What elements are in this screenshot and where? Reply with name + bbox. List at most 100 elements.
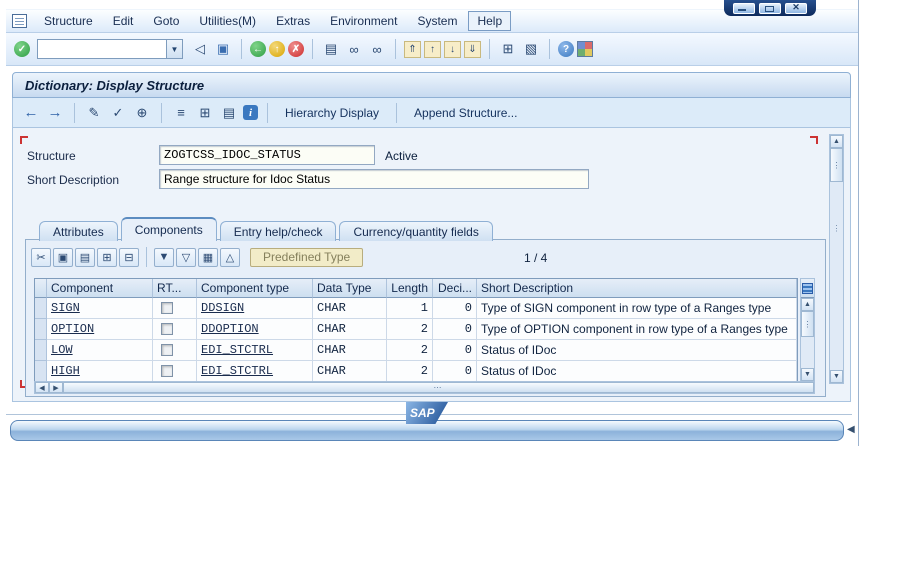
- where-used-icon[interactable]: ≡: [171, 103, 191, 123]
- tab-currency-quantity-fields[interactable]: Currency/quantity fields: [339, 221, 492, 241]
- paste-icon[interactable]: ▤: [75, 248, 95, 267]
- component-link[interactable]: OPTION: [51, 322, 94, 336]
- help-icon[interactable]: ?: [558, 41, 574, 57]
- component-cell[interactable]: OPTION: [47, 319, 153, 340]
- header-short-description[interactable]: Short Description: [477, 279, 797, 298]
- component-type-link[interactable]: DDOPTION: [201, 322, 259, 336]
- enter-left-icon[interactable]: ◁: [190, 39, 210, 59]
- activation-log-icon[interactable]: ▤: [219, 103, 239, 123]
- back-icon[interactable]: ←: [250, 41, 266, 57]
- row-select-cell[interactable]: [35, 298, 47, 319]
- print-icon[interactable]: ▤: [321, 39, 341, 59]
- table-scroll-thumb[interactable]: ⋮: [801, 311, 814, 337]
- screen-scroll-up-button[interactable]: ▲: [830, 135, 843, 148]
- rt-checkbox[interactable]: [161, 344, 173, 356]
- menu-system[interactable]: System: [408, 11, 466, 31]
- component-type-link[interactable]: EDI_STCTRL: [201, 343, 273, 357]
- component-type-cell[interactable]: DDSIGN: [197, 298, 313, 319]
- new-session-icon[interactable]: ⊞: [498, 39, 518, 59]
- row-select-cell[interactable]: [35, 319, 47, 340]
- menu-environment[interactable]: Environment: [321, 11, 406, 31]
- length-cell[interactable]: 2: [387, 340, 433, 361]
- menu-goto[interactable]: Goto: [144, 11, 188, 31]
- short-description-cell[interactable]: Status of IDoc: [477, 361, 797, 382]
- short-description-cell[interactable]: Status of IDoc: [477, 340, 797, 361]
- header-component[interactable]: Component: [47, 279, 153, 298]
- length-cell[interactable]: 2: [387, 361, 433, 382]
- decimals-cell[interactable]: 0: [433, 319, 477, 340]
- first-page-icon[interactable]: ⇑: [404, 41, 421, 58]
- cut-icon[interactable]: ✂: [31, 248, 51, 267]
- deselect-all-icon[interactable]: ▽: [176, 248, 196, 267]
- find-next-icon[interactable]: ∞: [367, 39, 387, 59]
- nav-back-icon[interactable]: ←: [21, 103, 41, 123]
- header-component-type[interactable]: Component type: [197, 279, 313, 298]
- command-dropdown-icon[interactable]: ▼: [166, 40, 182, 58]
- menu-edit[interactable]: Edit: [104, 11, 143, 31]
- row-select-cell[interactable]: [35, 361, 47, 382]
- component-type-cell[interactable]: DDOPTION: [197, 319, 313, 340]
- data-type-cell[interactable]: CHAR: [313, 361, 387, 382]
- short-description-field[interactable]: [159, 169, 589, 189]
- short-description-cell[interactable]: Type of OPTION component in row type of …: [477, 319, 797, 340]
- rt-cell[interactable]: [153, 340, 197, 361]
- append-structure-button[interactable]: Append Structure...: [406, 106, 525, 120]
- cancel-icon[interactable]: ✗: [288, 41, 304, 57]
- close-button[interactable]: ✕: [785, 3, 807, 14]
- component-link[interactable]: SIGN: [51, 301, 80, 315]
- menu-utilities[interactable]: Utilities(M): [190, 11, 265, 31]
- enter-icon[interactable]: ✓: [14, 41, 30, 57]
- tab-components[interactable]: Components: [121, 217, 217, 241]
- header-decimals[interactable]: Deci...: [433, 279, 477, 298]
- tab-attributes[interactable]: Attributes: [39, 221, 118, 241]
- activate-icon[interactable]: ⊕: [132, 103, 152, 123]
- structure-name-field[interactable]: [159, 145, 375, 165]
- data-type-cell[interactable]: CHAR: [313, 340, 387, 361]
- table-scroll-down-button[interactable]: ▼: [801, 368, 814, 381]
- rt-cell[interactable]: [153, 298, 197, 319]
- scroll-right-button[interactable]: ▶: [49, 382, 63, 393]
- screen-scroll-track[interactable]: ⋮: [830, 182, 843, 370]
- check-icon[interactable]: ✓: [108, 103, 128, 123]
- component-cell[interactable]: SIGN: [47, 298, 153, 319]
- sap-shortcut-icon[interactable]: ▧: [521, 39, 541, 59]
- component-type-cell[interactable]: EDI_STCTRL: [197, 361, 313, 382]
- menu-structure[interactable]: Structure: [35, 11, 102, 31]
- component-type-link[interactable]: EDI_STCTRL: [201, 364, 273, 378]
- find-icon[interactable]: ∞: [344, 39, 364, 59]
- component-cell[interactable]: HIGH: [47, 361, 153, 382]
- minimize-button[interactable]: [733, 3, 755, 14]
- screen-scroll-down-button[interactable]: ▼: [830, 370, 843, 383]
- horizontal-scroll-thumb[interactable]: ⋯: [63, 382, 814, 393]
- rt-checkbox[interactable]: [161, 365, 173, 377]
- menu-help[interactable]: Help: [468, 11, 511, 31]
- header-rt[interactable]: RT...: [153, 279, 197, 298]
- info-icon[interactable]: i: [243, 105, 258, 120]
- row-select-cell[interactable]: [35, 340, 47, 361]
- tab-entry-help-check[interactable]: Entry help/check: [220, 221, 337, 241]
- data-type-cell[interactable]: CHAR: [313, 298, 387, 319]
- last-page-icon[interactable]: ⇓: [464, 41, 481, 58]
- rt-cell[interactable]: [153, 361, 197, 382]
- decimals-cell[interactable]: 0: [433, 361, 477, 382]
- display-change-icon[interactable]: ✎: [84, 103, 104, 123]
- copy-icon[interactable]: ▣: [53, 248, 73, 267]
- status-bar-collapse-icon[interactable]: ◀: [847, 424, 855, 435]
- rt-checkbox[interactable]: [161, 323, 173, 335]
- command-input[interactable]: [38, 40, 166, 58]
- component-cell[interactable]: LOW: [47, 340, 153, 361]
- layout-menu-icon[interactable]: [577, 41, 593, 57]
- short-description-cell[interactable]: Type of SIGN component in row type of a …: [477, 298, 797, 319]
- maximize-button[interactable]: [759, 3, 781, 14]
- table-scroll-up-button[interactable]: ▲: [801, 298, 814, 311]
- scroll-left-button[interactable]: ◀: [35, 382, 49, 393]
- save-icon[interactable]: ▣: [213, 39, 233, 59]
- object-list-icon[interactable]: ⊞: [195, 103, 215, 123]
- exit-icon[interactable]: ↑: [269, 41, 285, 57]
- select-all-header-cell[interactable]: [35, 279, 47, 298]
- page-down-icon[interactable]: ↓: [444, 41, 461, 58]
- table-scroll-track[interactable]: [801, 337, 814, 368]
- block-select-icon[interactable]: ▦: [198, 248, 218, 267]
- length-cell[interactable]: 2: [387, 319, 433, 340]
- rt-cell[interactable]: [153, 319, 197, 340]
